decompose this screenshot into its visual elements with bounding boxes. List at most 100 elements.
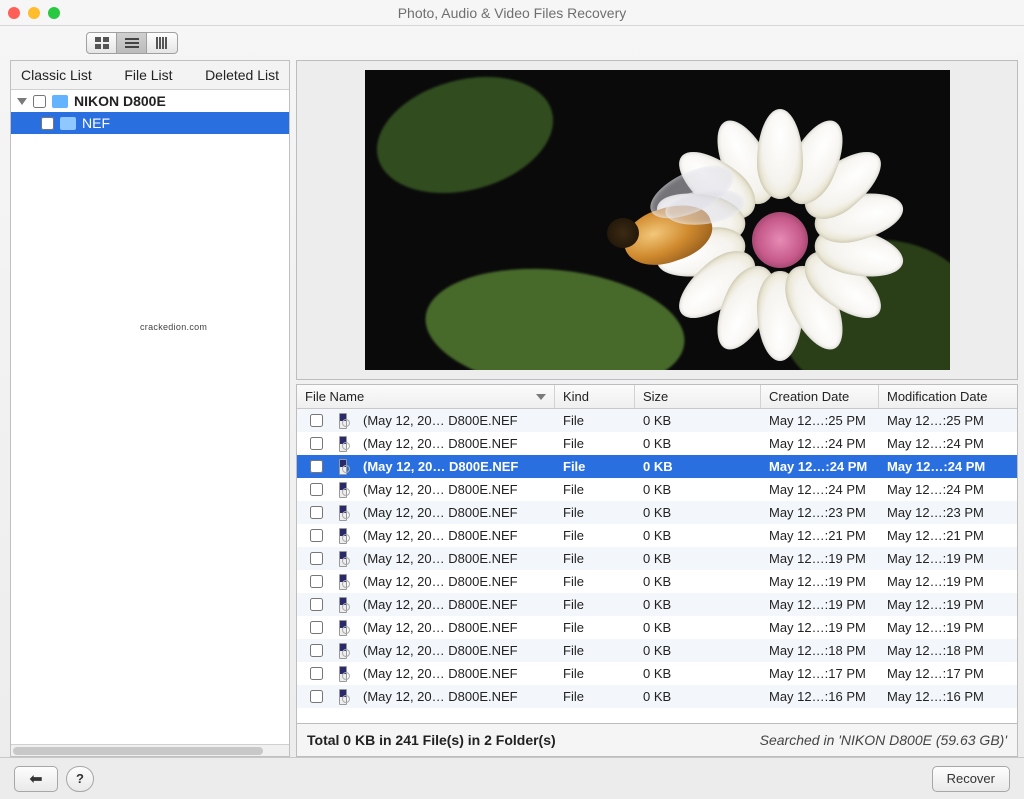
cell-size: 0 KB — [635, 505, 761, 520]
cell-filename: (May 12, 20… D800E.NEF — [355, 505, 555, 520]
row-checkbox[interactable] — [310, 644, 323, 657]
row-checkbox[interactable] — [310, 575, 323, 588]
cell-creation-date: May 12…:18 PM — [761, 643, 879, 658]
col-kind[interactable]: Kind — [555, 385, 635, 408]
table-row[interactable]: (May 12, 20… D800E.NEFFile0 KBMay 12…:18… — [297, 639, 1017, 662]
cell-creation-date: May 12…:19 PM — [761, 620, 879, 635]
row-checkbox[interactable] — [310, 529, 323, 542]
table-row[interactable]: (May 12, 20… D800E.NEFFile0 KBMay 12…:25… — [297, 409, 1017, 432]
cell-filename: (May 12, 20… D800E.NEF — [355, 482, 555, 497]
grid-icon — [95, 37, 109, 49]
row-checkbox[interactable] — [310, 598, 323, 611]
cell-modification-date: May 12…:19 PM — [879, 597, 1017, 612]
bee-head — [607, 218, 639, 248]
view-mode-segmented — [86, 32, 178, 54]
table-row[interactable]: (May 12, 20… D800E.NEFFile0 KBMay 12…:24… — [297, 478, 1017, 501]
col-creation-date[interactable]: Creation Date — [761, 385, 879, 408]
row-checkbox[interactable] — [310, 483, 323, 496]
col-filename-label: File Name — [305, 389, 364, 404]
folder-icon — [52, 95, 68, 108]
file-table: File Name Kind Size Creation Date Modifi… — [296, 384, 1018, 724]
sort-desc-icon — [536, 394, 546, 400]
sidebar-scrollbar[interactable] — [11, 744, 289, 756]
row-checkbox[interactable] — [310, 414, 323, 427]
row-checkbox[interactable] — [310, 690, 323, 703]
scrollbar-thumb[interactable] — [13, 747, 263, 755]
cell-modification-date: May 12…:18 PM — [879, 643, 1017, 658]
file-icon — [339, 482, 347, 498]
folder-icon — [60, 117, 76, 130]
file-icon — [339, 436, 347, 452]
table-row[interactable]: (May 12, 20… D800E.NEFFile0 KBMay 12…:21… — [297, 524, 1017, 547]
help-button[interactable]: ? — [66, 766, 94, 792]
cell-kind: File — [555, 505, 635, 520]
list-icon — [125, 37, 139, 49]
view-list-button[interactable] — [117, 33, 147, 53]
tab-classic-list[interactable]: Classic List — [21, 67, 92, 83]
cell-kind: File — [555, 413, 635, 428]
cell-size: 0 KB — [635, 528, 761, 543]
cell-size: 0 KB — [635, 482, 761, 497]
cell-kind: File — [555, 436, 635, 451]
cell-kind: File — [555, 666, 635, 681]
back-button[interactable]: ⬅ — [14, 766, 58, 792]
row-checkbox[interactable] — [310, 552, 323, 565]
table-row[interactable]: (May 12, 20… D800E.NEFFile0 KB May 12…:23… — [297, 501, 1017, 524]
file-icon — [339, 689, 347, 705]
cell-modification-date: May 12…:24 PM — [879, 482, 1017, 497]
table-row[interactable]: (May 12, 20… D800E.NEFFile0 KBMay 12…:19… — [297, 616, 1017, 639]
tab-file-list[interactable]: File List — [124, 67, 172, 83]
row-checkbox[interactable] — [310, 621, 323, 634]
tree-row[interactable]: NIKON D800E — [11, 90, 289, 112]
file-icon — [339, 551, 347, 567]
row-checkbox[interactable] — [310, 667, 323, 680]
cell-filename: (May 12, 20… D800E.NEF — [355, 413, 555, 428]
file-icon — [339, 528, 347, 544]
table-row[interactable]: (May 12, 20… D800E.NEFFile0 KBMay 12…:24… — [297, 432, 1017, 455]
columns-icon — [155, 37, 169, 49]
cell-size: 0 KB — [635, 643, 761, 658]
tree-label: NIKON D800E — [74, 93, 166, 109]
file-icon — [339, 459, 347, 475]
view-grid-button[interactable] — [87, 33, 117, 53]
tree-checkbox[interactable] — [41, 117, 54, 130]
tab-deleted-list[interactable]: Deleted List — [205, 67, 279, 83]
col-modification-date[interactable]: Modification Date — [879, 385, 1017, 408]
summary-searched: Searched in 'NIKON D800E (59.63 GB)' — [760, 732, 1007, 748]
sidebar: Classic List File List Deleted List NIKO… — [10, 60, 290, 757]
cell-size: 0 KB — [635, 689, 761, 704]
recover-button[interactable]: Recover — [932, 766, 1010, 792]
table-row[interactable]: (May 12, 20… D800E.NEFFile0 KBMay 12…:17… — [297, 662, 1017, 685]
file-icon — [339, 413, 347, 429]
cell-modification-date: May 12…:23 PM — [879, 505, 1017, 520]
table-body[interactable]: (May 12, 20… D800E.NEFFile0 KBMay 12…:25… — [297, 409, 1017, 723]
tree-checkbox[interactable] — [33, 95, 46, 108]
table-row[interactable]: (May 12, 20… D800E.NEFFile0 KBMay 12…:19… — [297, 547, 1017, 570]
file-icon — [339, 574, 347, 590]
table-row[interactable]: (May 12, 20… D800E.NEFFile0 KBMay 12…:24… — [297, 455, 1017, 478]
table-row[interactable]: (May 12, 20… D800E.NEFFile0 KBMay 12…:19… — [297, 570, 1017, 593]
row-checkbox[interactable] — [310, 437, 323, 450]
cell-size: 0 KB — [635, 574, 761, 589]
cell-kind: File — [555, 528, 635, 543]
row-checkbox[interactable] — [310, 460, 323, 473]
table-row[interactable]: (May 12, 20… D800E.NEFFile0 KBMay 12…:16… — [297, 685, 1017, 708]
col-size[interactable]: Size — [635, 385, 761, 408]
window-title: Photo, Audio & Video Files Recovery — [0, 5, 1024, 21]
arrow-left-icon: ⬅ — [29, 769, 42, 789]
row-checkbox[interactable] — [310, 506, 323, 519]
summary-total: Total 0 KB in 241 File(s) in 2 Folder(s) — [307, 732, 556, 748]
cell-modification-date: May 12…:19 PM — [879, 574, 1017, 589]
cell-filename: (May 12, 20… D800E.NEF — [355, 666, 555, 681]
chevron-down-icon[interactable] — [17, 98, 27, 105]
toolbar — [0, 26, 1024, 60]
right-pane: File Name Kind Size Creation Date Modifi… — [296, 60, 1018, 757]
titlebar: Photo, Audio & Video Files Recovery — [0, 0, 1024, 26]
table-row[interactable]: (May 12, 20… D800E.NEFFile0 KBMay 12…:19… — [297, 593, 1017, 616]
view-columns-button[interactable] — [147, 33, 177, 53]
tree-row[interactable]: NEF — [11, 112, 289, 134]
folder-tree[interactable]: NIKON D800E NEF — [11, 90, 289, 744]
summary-bar: Total 0 KB in 241 File(s) in 2 Folder(s)… — [296, 724, 1018, 757]
cell-size: 0 KB — [635, 436, 761, 451]
col-filename[interactable]: File Name — [297, 385, 555, 408]
